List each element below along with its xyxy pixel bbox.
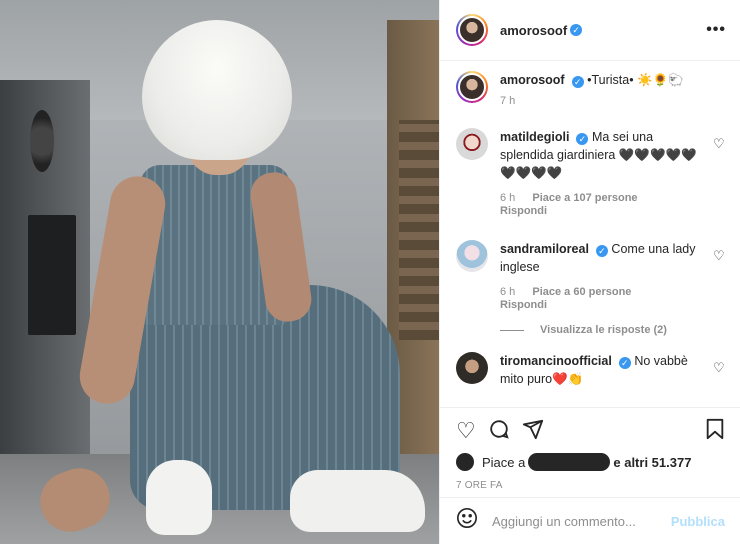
comment-like-heart-icon[interactable]: ♡ xyxy=(713,361,725,374)
comment-username[interactable]: tiromancinoofficial xyxy=(500,354,612,368)
view-replies-label: Visualizza le risposte (2) xyxy=(540,324,667,336)
comment-item: sandramiloreal ✓ Come una lady inglese 6 … xyxy=(456,240,725,312)
post-photo[interactable] xyxy=(0,0,439,544)
bookmark-icon[interactable] xyxy=(705,418,725,445)
owner-avatar[interactable] xyxy=(456,14,488,46)
post-actions: ♡ Piace a e altri 51.377 7 ORE FA xyxy=(440,407,740,491)
post-sidebar: amorosoof ✓ ••• amorosoof ✓ •Turista• ☀️🌻… xyxy=(439,0,740,544)
commenter-avatar[interactable] xyxy=(456,128,488,160)
reply-button[interactable]: Rispondi xyxy=(500,299,705,312)
comment-input[interactable]: Aggiungi un commento... xyxy=(492,514,671,529)
likes-count-link[interactable]: e altri 51.377 xyxy=(613,455,691,470)
commenter-avatar[interactable] xyxy=(456,352,488,384)
comment-age: 6 h xyxy=(500,286,516,298)
verified-badge-icon: ✓ xyxy=(576,133,589,145)
more-options-icon[interactable]: ••• xyxy=(706,21,726,39)
smiley-icon[interactable] xyxy=(456,507,482,535)
paper-plane-icon[interactable] xyxy=(522,418,544,445)
liker-avatar[interactable] xyxy=(456,453,474,471)
likes-summary[interactable]: Piace a e altri 51.377 xyxy=(456,452,725,472)
caption-age: 7 h xyxy=(500,95,516,107)
heart-icon[interactable]: ♡ xyxy=(456,419,476,443)
comment-like-heart-icon[interactable]: ♡ xyxy=(713,249,725,262)
likes-prefix: Piace a xyxy=(482,454,526,470)
caption-text: •Turista• ☀️🌻🐑 xyxy=(587,73,684,87)
verified-badge-icon: ✓ xyxy=(595,245,608,257)
comment-icon[interactable] xyxy=(488,418,510,445)
comment-username[interactable]: sandramiloreal xyxy=(500,242,589,256)
commenter-avatar[interactable] xyxy=(456,240,488,272)
comment-likes-link[interactable]: Piace a 107 persone xyxy=(532,192,637,204)
owner-username[interactable]: amorosoof xyxy=(500,23,567,38)
comment-item: matildegioli ✓ Ma sei una splendida giard… xyxy=(456,128,725,218)
comment-item: tiromancinoofficial ✓ No vabbè mito puro❤… xyxy=(456,352,725,388)
photo-subject xyxy=(0,0,439,544)
publish-button[interactable]: Pubblica xyxy=(671,514,725,529)
comments-list[interactable]: amorosoof ✓ •Turista• ☀️🌻🐑 7 h matildegio… xyxy=(440,61,740,407)
verified-badge-icon: ✓ xyxy=(570,24,583,36)
comment-username[interactable]: matildegioli xyxy=(500,130,569,144)
caption-username[interactable]: amorosoof xyxy=(500,73,565,87)
comment-like-heart-icon[interactable]: ♡ xyxy=(713,137,725,150)
caption: amorosoof ✓ •Turista• ☀️🌻🐑 7 h xyxy=(456,71,725,108)
post-timestamp: 7 ORE FA xyxy=(456,480,503,491)
redacted-username xyxy=(528,453,611,471)
comment-age: 6 h xyxy=(500,192,516,204)
post-header: amorosoof ✓ ••• xyxy=(440,0,740,61)
caption-avatar[interactable] xyxy=(456,71,488,103)
verified-badge-icon: ✓ xyxy=(571,76,584,88)
comment-composer: Aggiungi un commento... Pubblica xyxy=(440,497,740,544)
replies-divider xyxy=(500,329,524,331)
view-replies-button[interactable]: Visualizza le risposte (2) xyxy=(500,324,725,336)
comment-likes-link[interactable]: Piace a 60 persone xyxy=(532,286,631,298)
reply-button[interactable]: Rispondi xyxy=(500,205,705,218)
verified-badge-icon: ✓ xyxy=(618,357,631,369)
instagram-post-view: amorosoof ✓ ••• amorosoof ✓ •Turista• ☀️🌻… xyxy=(0,0,740,544)
